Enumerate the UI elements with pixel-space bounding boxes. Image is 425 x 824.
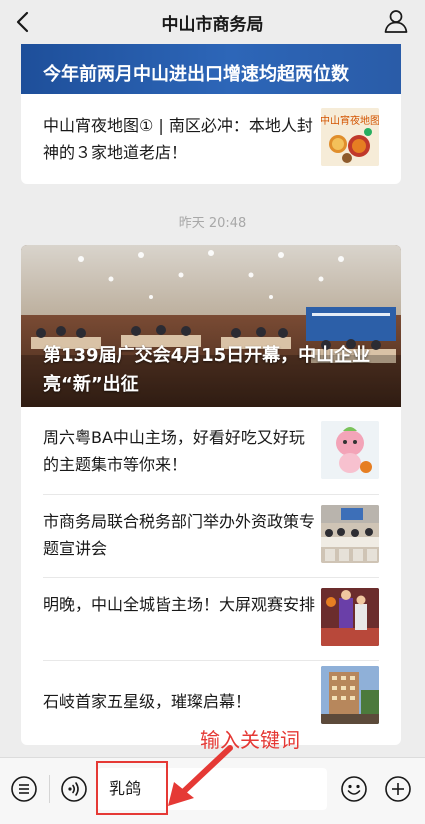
food-map-image: 中山宵夜地图	[321, 108, 379, 166]
article-item[interactable]: 市商务局联合税务部门举办外资政策专题宣讲会	[21, 494, 401, 577]
article-card-1: 今年前两月中山进出口增速均超两位数 中山宵夜地图① | 南区必冲：本地人封神的３…	[21, 30, 401, 184]
chevron-left-icon[interactable]	[10, 8, 38, 36]
input-highlight-box	[96, 761, 168, 815]
smiley-icon[interactable]	[340, 775, 368, 803]
hotel-image	[321, 666, 379, 724]
plus-icon[interactable]	[384, 775, 412, 803]
list-menu-icon[interactable]	[10, 775, 38, 803]
article-title: 石岐首家五星级，璀璨启幕！	[43, 692, 252, 711]
article-title: 周六粤BA中山主场，好看好吃又好玩的主题集市等你来！	[43, 428, 305, 474]
person-icon[interactable]	[383, 8, 409, 34]
basketball-image	[321, 588, 379, 646]
article-title: 市商务局联合税务部门举办外资政策专题宣讲会	[43, 512, 316, 558]
page-title: 中山市商务局	[161, 14, 264, 35]
thumb-caption: 中山宵夜地图	[321, 114, 379, 127]
article-thumbnail: 中山宵夜地图	[321, 108, 379, 166]
banner-title: 今年前两月中山进出口增速均超两位数	[43, 64, 349, 85]
article-thumbnail	[321, 505, 379, 563]
article-title: 中山宵夜地图① | 南区必冲：本地人封神的３家地道老店！	[43, 116, 313, 162]
top-nav-bar: 中山市商务局	[0, 0, 425, 44]
toolbar-divider	[49, 775, 50, 803]
timestamp: 昨天 20:48	[178, 216, 247, 231]
annotation-arrow-icon	[168, 745, 233, 806]
article-thumbnail	[321, 588, 379, 646]
hero-title: 第139届广交会4月15日开幕，中山企业亮“新”出征	[43, 345, 371, 395]
article-item[interactable]: 中山宵夜地图① | 南区必冲：本地人封神的３家地道老店！ 中山宵夜地图	[21, 94, 401, 184]
article-item[interactable]: 周六粤BA中山主场，好看好吃又好玩的主题集市等你来！	[21, 407, 401, 494]
article-item[interactable]: 明晚，中山全城皆主场！大屏观赛安排	[21, 577, 401, 660]
article-title: 明晚，中山全城皆主场！大屏观赛安排	[43, 595, 316, 614]
article-thumbnail	[321, 666, 379, 724]
article-thumbnail	[321, 421, 379, 479]
hero-article[interactable]: 第139届广交会4月15日开幕，中山企业亮“新”出征	[21, 245, 401, 407]
seminar-image	[321, 505, 379, 563]
mascot-image	[321, 421, 379, 479]
article-card-2: 第139届广交会4月15日开幕，中山企业亮“新”出征 周六粤BA中山主场，好看好…	[21, 245, 401, 745]
voice-icon[interactable]	[60, 775, 88, 803]
